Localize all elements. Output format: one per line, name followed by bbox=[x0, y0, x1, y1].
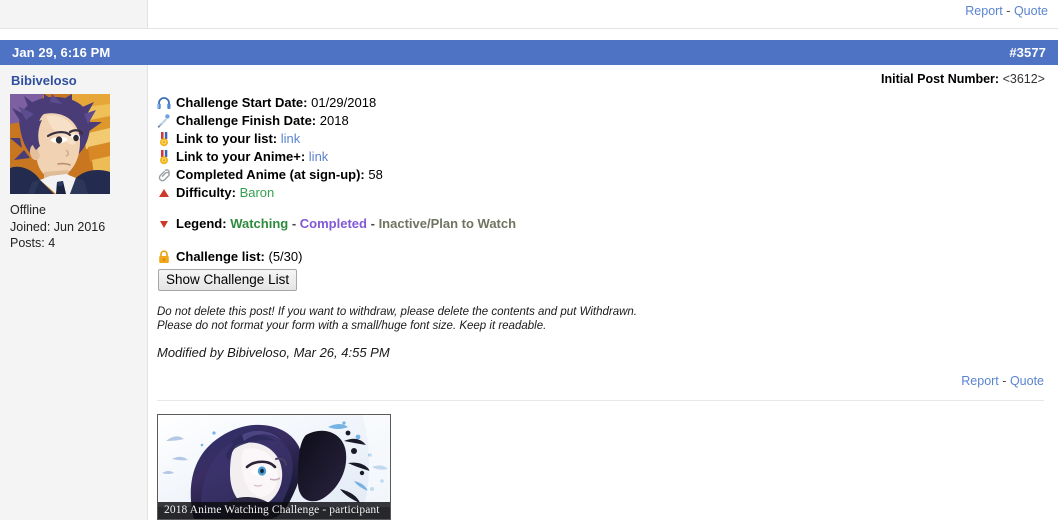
form-label: Link to your list: bbox=[176, 131, 278, 146]
signature-banner-image[interactable]: 2018 Anime Watching Challenge - particip… bbox=[157, 414, 391, 520]
action-separator: - bbox=[1006, 4, 1011, 18]
legend-label: Legend: bbox=[176, 216, 227, 231]
author-joined: Joined: Jun 2016 bbox=[10, 219, 106, 234]
author-username-link[interactable]: Bibiveloso bbox=[11, 73, 137, 88]
author-post-count: Posts: 4 bbox=[10, 236, 56, 250]
paperclip-icon bbox=[156, 167, 172, 183]
form-row-challenge-list: Challenge list: (5/30) bbox=[156, 248, 1048, 265]
user-avatar[interactable] bbox=[10, 94, 110, 194]
form-label: Challenge Finish Date: bbox=[176, 113, 317, 128]
headphones-icon bbox=[156, 95, 172, 111]
action-separator: - bbox=[1002, 374, 1007, 388]
report-link[interactable]: Report bbox=[965, 4, 1003, 18]
legend-watching: Watching bbox=[230, 216, 289, 231]
previous-post-body: Report - Quote bbox=[148, 0, 1058, 29]
form-label: Link to your Anime+: bbox=[176, 149, 306, 164]
medal-icon bbox=[156, 131, 172, 147]
microphone-icon bbox=[156, 113, 172, 129]
initial-post-label: Initial Post Number: bbox=[881, 72, 1000, 86]
form-row-legend: Legend: Watching - Completed - Inactive/… bbox=[156, 215, 1048, 232]
previous-post-footer: Report - Quote bbox=[0, 0, 1058, 30]
previous-post-actions: Report - Quote bbox=[965, 4, 1048, 18]
medal-icon bbox=[156, 149, 172, 165]
modified-text: Modified by Bibiveloso, Mar 26, 4:55 PM bbox=[157, 345, 390, 360]
red-triangle-down-icon bbox=[156, 216, 172, 232]
form-row-list-link: Link to your list: link bbox=[156, 130, 1048, 147]
forum-post-page: Report - Quote Jan 29, 6:16 PM #3577 Bib… bbox=[0, 0, 1058, 520]
form-label: Completed Anime (at sign-up): bbox=[176, 167, 365, 182]
post-actions: Report - Quote bbox=[154, 374, 1048, 388]
post-header-bar: Jan 29, 6:16 PM #3577 bbox=[0, 40, 1058, 65]
form-row-animeplus-link: Link to your Anime+: link bbox=[156, 148, 1048, 165]
form-label: Challenge Start Date: bbox=[176, 95, 308, 110]
report-link[interactable]: Report bbox=[961, 374, 999, 388]
post-date: Jan 29, 6:16 PM bbox=[12, 45, 111, 60]
form-value: 58 bbox=[368, 167, 383, 182]
quote-link[interactable]: Quote bbox=[1014, 4, 1048, 18]
list-link[interactable]: link bbox=[281, 130, 301, 147]
challenge-list-count: (5/30) bbox=[268, 249, 303, 264]
form-row-completed-anime: Completed Anime (at sign-up): 58 bbox=[156, 166, 1048, 183]
challenge-form: Challenge Start Date: 01/29/2018 Challen… bbox=[156, 94, 1048, 291]
post-gap bbox=[0, 30, 1058, 40]
legend-completed: Completed bbox=[299, 216, 367, 231]
note-line: Please do not format your form with a sm… bbox=[157, 320, 547, 332]
post-body: Bibiveloso Offline Joined: Jun 2016 Post… bbox=[0, 65, 1058, 520]
quote-link[interactable]: Quote bbox=[1010, 374, 1044, 388]
initial-post-number: Initial Post Number: <3612> bbox=[154, 71, 1048, 86]
legend-inactive: Inactive/Plan to Watch bbox=[378, 216, 517, 231]
post-note: Do not delete this post! If you want to … bbox=[157, 305, 1048, 333]
previous-post-sidebar bbox=[0, 0, 148, 29]
red-triangle-icon bbox=[156, 185, 172, 201]
note-line: Do not delete this post! If you want to … bbox=[157, 306, 637, 318]
post-number-link[interactable]: #3577 bbox=[1009, 45, 1046, 60]
author-status: Offline bbox=[10, 203, 46, 217]
difficulty-value: Baron bbox=[239, 185, 275, 200]
form-row-start-date: Challenge Start Date: 01/29/2018 bbox=[156, 94, 1048, 111]
initial-post-value: <3612> bbox=[1002, 72, 1045, 86]
lock-icon bbox=[156, 249, 172, 265]
form-row-difficulty: Difficulty: Baron bbox=[156, 184, 1048, 201]
form-value: 01/29/2018 bbox=[311, 95, 377, 110]
signature-caption: 2018 Anime Watching Challenge - particip… bbox=[158, 502, 390, 519]
challenge-list-label: Challenge list: bbox=[176, 249, 265, 264]
post-author-sidebar: Bibiveloso Offline Joined: Jun 2016 Post… bbox=[0, 65, 148, 520]
signature-divider bbox=[157, 400, 1044, 401]
animeplus-link[interactable]: link bbox=[309, 148, 329, 165]
show-challenge-list-button[interactable]: Show Challenge List bbox=[158, 269, 298, 291]
signature-area: 2018 Anime Watching Challenge - particip… bbox=[157, 414, 1048, 520]
form-value: 2018 bbox=[319, 113, 349, 128]
form-label: Difficulty: bbox=[176, 185, 236, 200]
form-row-finish-date: Challenge Finish Date: 2018 bbox=[156, 112, 1048, 129]
post-content: Initial Post Number: <3612> Challenge St bbox=[148, 65, 1058, 520]
